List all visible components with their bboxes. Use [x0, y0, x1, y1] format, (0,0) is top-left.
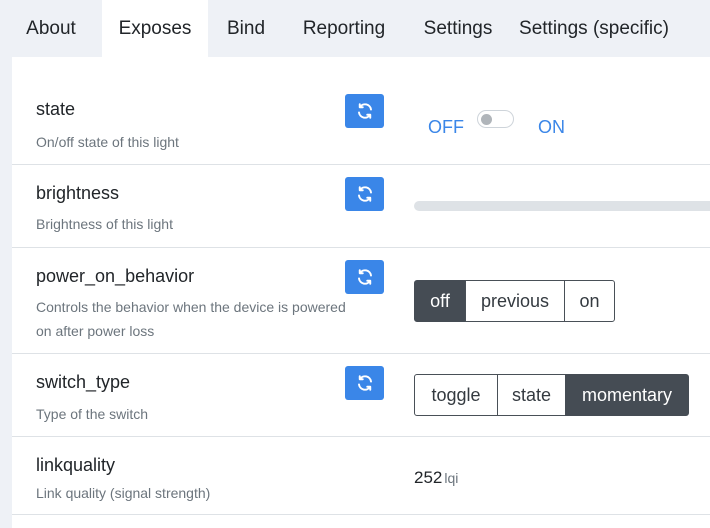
- option-momentary-button[interactable]: momentary: [565, 374, 689, 416]
- feature-row-switch-type: switch_type Type of the switch toggle st…: [12, 354, 710, 437]
- tab-reporting[interactable]: Reporting: [284, 0, 404, 57]
- option-toggle-button[interactable]: toggle: [414, 374, 498, 416]
- state-on-label[interactable]: ON: [538, 117, 565, 138]
- feature-description: Brightness of this light: [36, 216, 173, 232]
- tab-bind[interactable]: Bind: [208, 0, 284, 57]
- power-on-behavior-button-group: off previous on: [414, 280, 615, 322]
- feature-description: Link quality (signal strength): [36, 485, 211, 501]
- state-off-label[interactable]: OFF: [428, 117, 464, 138]
- feature-name: linkquality: [36, 455, 116, 475]
- option-off-button[interactable]: off: [414, 280, 466, 322]
- switch-type-button-group: toggle state momentary: [414, 374, 689, 416]
- refresh-icon: [356, 102, 374, 120]
- state-toggle-switch[interactable]: [477, 110, 514, 128]
- refresh-icon: [356, 268, 374, 286]
- feature-row-linkquality: linkquality Link quality (signal strengt…: [12, 437, 710, 515]
- refresh-icon: [356, 374, 374, 392]
- feature-description: On/off state of this light: [36, 134, 179, 150]
- feature-name: power_on_behavior: [36, 266, 195, 286]
- tab-settings[interactable]: Settings: [404, 0, 512, 57]
- refresh-button[interactable]: [345, 366, 384, 400]
- feature-row-power-on-behavior: power_on_behavior Controls the behavior …: [12, 248, 710, 354]
- toggle-knob: [481, 114, 492, 125]
- brightness-slider[interactable]: [414, 201, 710, 211]
- tab-exposes[interactable]: Exposes: [102, 0, 208, 57]
- refresh-button[interactable]: [345, 260, 384, 294]
- feature-row-brightness: brightness Brightness of this light: [12, 165, 710, 248]
- tab-bar: About Exposes Bind Reporting Settings Se…: [0, 0, 710, 57]
- refresh-button[interactable]: [345, 177, 384, 211]
- refresh-button[interactable]: [345, 94, 384, 128]
- linkquality-readout: 252 lqi: [414, 468, 458, 488]
- tab-about[interactable]: About: [0, 0, 102, 57]
- feature-name: state: [36, 99, 76, 119]
- tab-settings-specific[interactable]: Settings (specific): [512, 0, 676, 57]
- feature-name: switch_type: [36, 372, 131, 392]
- feature-name: brightness: [36, 183, 120, 203]
- feature-description-line1: Controls the behavior when the device is…: [36, 299, 346, 315]
- linkquality-value: 252: [414, 468, 443, 487]
- refresh-icon: [356, 185, 374, 203]
- option-state-button[interactable]: state: [497, 374, 566, 416]
- linkquality-unit: lqi: [444, 470, 459, 486]
- feature-description-line2: on after power loss: [36, 323, 155, 339]
- option-on-button[interactable]: on: [564, 280, 615, 322]
- feature-row-state: state On/off state of this light OFF ON: [12, 80, 710, 165]
- option-previous-button[interactable]: previous: [465, 280, 565, 322]
- feature-description: Type of the switch: [36, 406, 149, 422]
